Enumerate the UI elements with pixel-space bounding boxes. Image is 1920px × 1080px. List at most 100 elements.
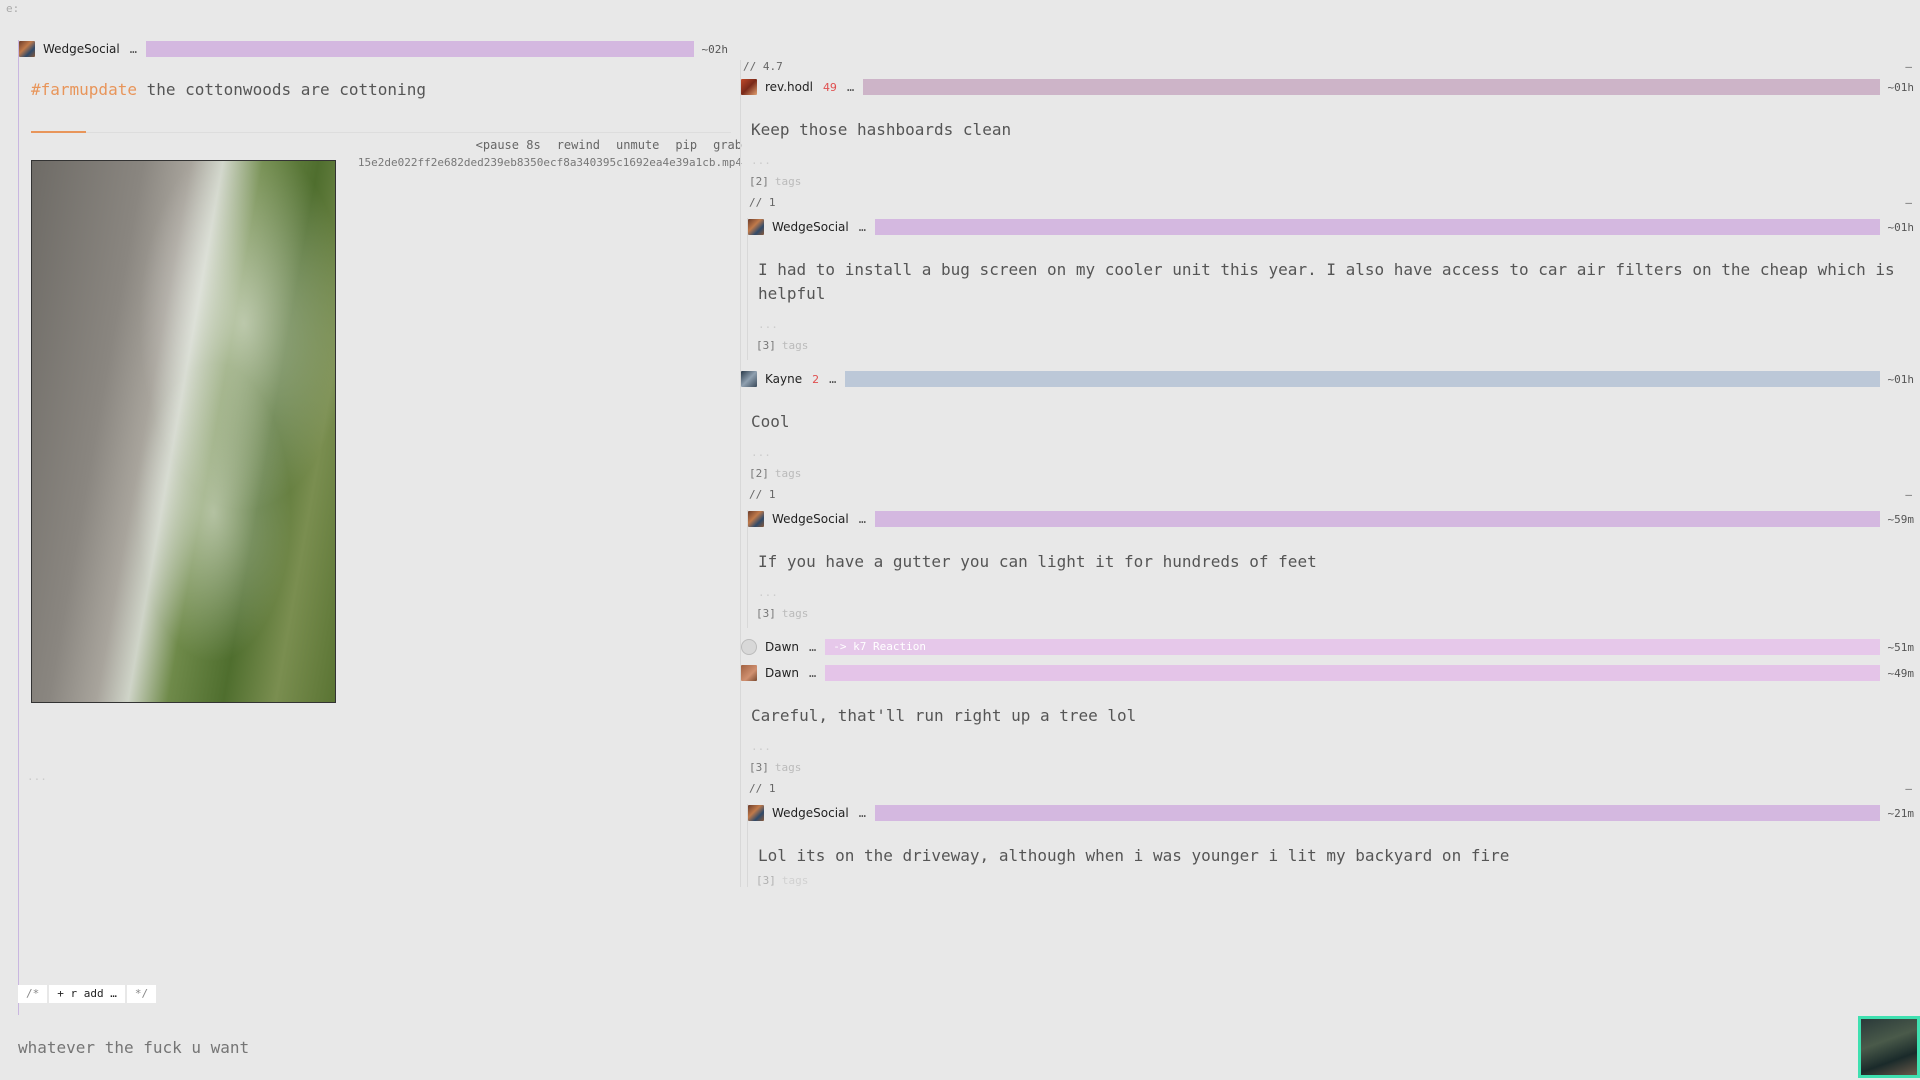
post-header: WedgeSocial … ~02h: [19, 40, 728, 58]
reaction-label[interactable]: -> k7 Reaction: [825, 639, 1880, 655]
author-name[interactable]: WedgeSocial: [772, 512, 849, 526]
post-header: Dawn … -> k7 Reaction ~51m: [741, 638, 1914, 656]
hashtag-link[interactable]: #farmupdate: [31, 80, 137, 99]
tags-label: tags: [781, 607, 809, 620]
author-name[interactable]: WedgeSocial: [43, 42, 120, 56]
nested-reply: WedgeSocial … ~21m Lol its on the drivew…: [747, 804, 1914, 887]
post-dots: ...: [27, 770, 47, 783]
author-name[interactable]: Dawn: [765, 666, 799, 680]
more-menu-button[interactable]: …: [859, 220, 866, 234]
avatar[interactable]: [748, 511, 764, 527]
post-dots: ...: [751, 740, 771, 753]
reputation-count: 2: [812, 372, 820, 386]
collapse-button[interactable]: –: [1905, 488, 1912, 502]
more-menu-button[interactable]: …: [859, 806, 866, 820]
post-title: #farmupdate the cottonwoods are cottonin…: [31, 80, 728, 99]
more-menu-button[interactable]: …: [847, 80, 854, 94]
add-button[interactable]: + r add …: [49, 985, 125, 1003]
post-body: Cool: [751, 412, 790, 431]
avatar[interactable]: [741, 79, 757, 95]
post-dots: ...: [758, 586, 778, 599]
avatar[interactable]: [748, 805, 764, 821]
reply-post: rev.hodl 49 … ~01h Keep those hashboards…: [741, 78, 1914, 360]
author-color-bar: [874, 511, 1880, 527]
video-player[interactable]: [31, 160, 336, 703]
more-menu-button[interactable]: …: [829, 372, 836, 386]
tags-link[interactable]: [3] tags: [748, 874, 1914, 887]
avatar[interactable]: [741, 665, 757, 681]
avatar[interactable]: [748, 219, 764, 235]
post-body: I had to install a bug screen on my cool…: [758, 260, 1895, 303]
title-divider: [31, 115, 731, 133]
collapse-button[interactable]: –: [1905, 60, 1912, 74]
author-color-bar: [874, 805, 1880, 821]
author-name[interactable]: Dawn: [765, 640, 799, 654]
tags-label: tags: [781, 339, 809, 352]
reply-post: Kayne 2 … ~01h Cool ... [2] tags // 1 – W…: [741, 370, 1914, 628]
thread-meta: // 4.7 –: [741, 60, 1914, 74]
post-header: rev.hodl 49 … ~01h: [741, 78, 1914, 96]
pip-button[interactable]: pip: [675, 138, 697, 152]
tags-count: [2]: [749, 467, 769, 480]
tags-count: [2]: [749, 175, 769, 188]
author-name[interactable]: WedgeSocial: [772, 220, 849, 234]
post-meta: // 1 –: [741, 196, 1914, 210]
tags-label: tags: [781, 874, 809, 887]
post-header: Kayne 2 … ~01h: [741, 370, 1914, 388]
author-color-bar: [845, 371, 1880, 387]
grab-button[interactable]: grab: [713, 138, 742, 152]
comment-open-token: /*: [18, 985, 48, 1003]
post-dots: ...: [751, 154, 771, 167]
post-body: Lol its on the driveway, although when i…: [758, 846, 1510, 865]
avatar[interactable]: [741, 371, 757, 387]
nested-reply: WedgeSocial … ~59m If you have a gutter …: [747, 510, 1914, 628]
author-name[interactable]: WedgeSocial: [772, 806, 849, 820]
post-dots: ...: [751, 446, 771, 459]
unmute-button[interactable]: unmute: [616, 138, 659, 152]
nested-reply: WedgeSocial … ~01h I had to install a bu…: [747, 218, 1914, 360]
composer-input[interactable]: [18, 1038, 718, 1057]
author-color-bar: [874, 219, 1880, 235]
rewind-button[interactable]: rewind: [557, 138, 600, 152]
comment-close-token: */: [126, 985, 157, 1003]
collapse-button[interactable]: –: [1905, 782, 1912, 796]
post-time: ~01h: [1887, 220, 1915, 234]
collapse-button[interactable]: –: [1905, 196, 1912, 210]
post-time: ~01h: [1887, 372, 1915, 386]
corner-label: e:: [6, 2, 20, 15]
avatar[interactable]: [19, 41, 35, 57]
video-controls: <pause 8s rewind unmute pip grab: [476, 138, 742, 152]
post-time: ~21m: [1887, 806, 1915, 820]
profile-thumbnail[interactable]: [1858, 1016, 1920, 1078]
author-name[interactable]: Kayne: [765, 372, 802, 386]
tags-link[interactable]: [2] tags: [741, 175, 1914, 188]
post-header: WedgeSocial … ~59m: [748, 510, 1914, 528]
more-menu-button[interactable]: …: [809, 666, 816, 680]
more-menu-button[interactable]: …: [809, 640, 816, 654]
tags-count: [3]: [749, 761, 769, 774]
post-header: WedgeSocial … ~01h: [748, 218, 1914, 236]
composer-toolbar: /* + r add … */: [18, 985, 158, 1003]
tags-count: [3]: [756, 607, 776, 620]
reply-thread: // 4.7 – rev.hodl 49 … ~01h Keep those h…: [740, 60, 1914, 887]
main-post: WedgeSocial … ~02h #farmupdate the cotto…: [18, 40, 742, 1015]
post-time: ~49m: [1887, 666, 1915, 680]
more-menu-button[interactable]: …: [859, 512, 866, 526]
tags-link[interactable]: [3] tags: [748, 607, 1914, 620]
pause-button[interactable]: <pause 8s: [476, 138, 541, 152]
tags-link[interactable]: [2] tags: [741, 467, 1914, 480]
post-time: ~59m: [1887, 512, 1915, 526]
score-label: // 1: [749, 196, 776, 209]
tags-link[interactable]: [3] tags: [748, 339, 1914, 352]
author-name[interactable]: rev.hodl: [765, 80, 813, 94]
post-title-text: the cottonwoods are cottoning: [136, 80, 426, 99]
score-label: // 1: [749, 488, 776, 501]
tags-label: tags: [774, 175, 802, 188]
more-menu-button[interactable]: …: [130, 42, 137, 56]
video-filename[interactable]: 15e2de022ff2e682ded239eb8350ecf8a340395c…: [358, 156, 742, 169]
tags-link[interactable]: [3] tags: [741, 761, 1914, 774]
post-body: Careful, that'll run right up a tree lol: [751, 706, 1137, 725]
tags-count: [3]: [756, 874, 776, 887]
post-time: ~51m: [1887, 640, 1915, 654]
post-time: ~02h: [701, 42, 729, 56]
